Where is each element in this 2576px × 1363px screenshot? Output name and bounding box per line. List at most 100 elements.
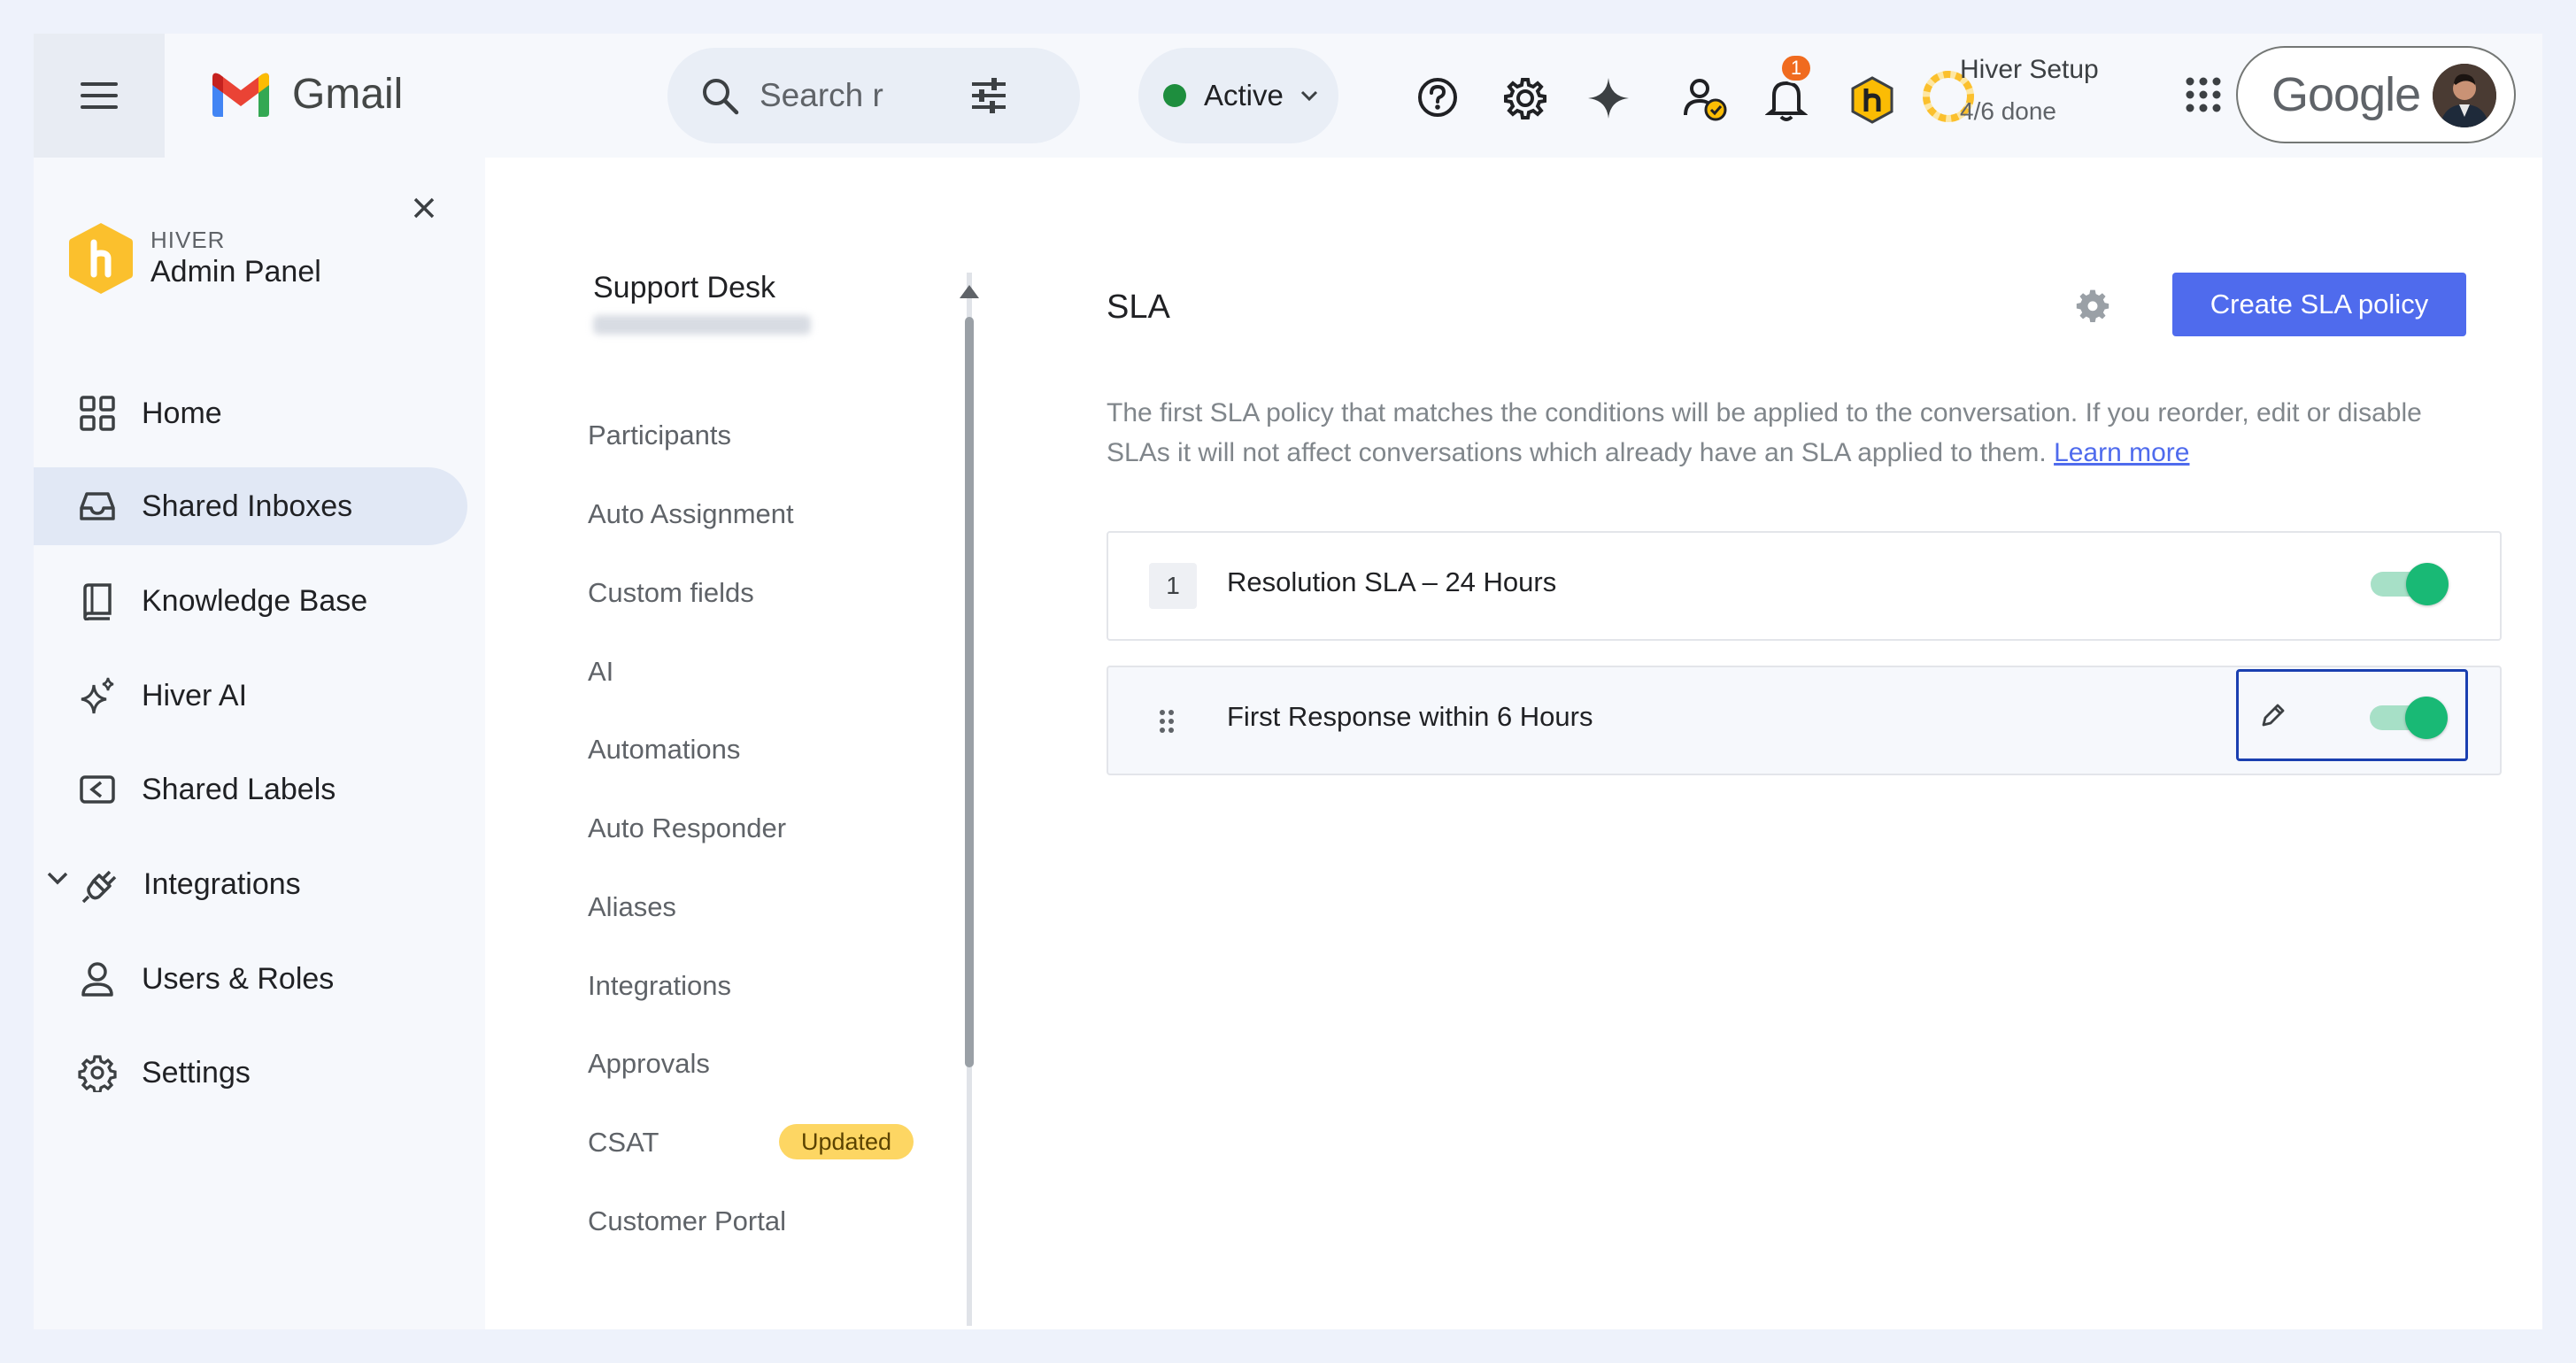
gmail-logo[interactable]: Gmail bbox=[209, 69, 403, 119]
setup-progress: 4/6 done bbox=[1960, 97, 2056, 125]
avatar[interactable] bbox=[2433, 64, 2496, 127]
gmail-m-icon bbox=[212, 73, 269, 117]
policy-enabled-toggle[interactable] bbox=[2371, 563, 2449, 605]
search-input[interactable]: Search r bbox=[760, 77, 883, 114]
edit-pencil-icon[interactable] bbox=[2258, 702, 2287, 730]
help-icon bbox=[1418, 78, 1457, 117]
menu-item-custom-fields[interactable]: Custom fields bbox=[588, 577, 754, 609]
sidebar-item-label: Shared Labels bbox=[142, 772, 336, 806]
plug-icon bbox=[81, 870, 117, 904]
status-label: Active bbox=[1204, 79, 1284, 112]
page-title: SLA bbox=[1107, 289, 1170, 326]
policy-enabled-toggle[interactable] bbox=[2370, 697, 2448, 739]
hiver-extension-button[interactable] bbox=[1850, 76, 1894, 124]
sidebar-item-integrations[interactable]: Integrations bbox=[34, 845, 467, 923]
sidebar-item-shared-labels[interactable]: Shared Labels bbox=[34, 751, 467, 828]
sidebar-item-label: Hiver AI bbox=[142, 678, 248, 712]
menu-item-participants[interactable]: Participants bbox=[588, 420, 731, 451]
sla-description: The first SLA policy that matches the co… bbox=[1107, 393, 2487, 473]
inbox-settings-menu: Support Desk Participants Auto Assignmen… bbox=[485, 158, 1025, 1329]
menu-item-auto-assignment[interactable]: Auto Assignment bbox=[588, 498, 794, 530]
status-dropdown[interactable]: Active bbox=[1138, 48, 1338, 143]
contacts-status-button[interactable] bbox=[1682, 76, 1728, 122]
gear-icon bbox=[2076, 289, 2109, 322]
close-panel-button[interactable] bbox=[413, 196, 436, 224]
panel-title: Admin Panel bbox=[150, 255, 321, 289]
label-icon bbox=[80, 775, 115, 804]
notifications-button[interactable] bbox=[1765, 76, 1808, 122]
chevron-down-icon[interactable] bbox=[46, 870, 69, 886]
menu-item-ai[interactable]: AI bbox=[588, 656, 613, 688]
search-icon bbox=[703, 79, 739, 115]
sidebar-item-label: Integrations bbox=[143, 866, 301, 901]
menu-item-customer-portal[interactable]: Customer Portal bbox=[588, 1205, 786, 1237]
setup-title: Hiver Setup bbox=[1960, 55, 2099, 84]
sidebar-item-users-roles[interactable]: Users & Roles bbox=[34, 940, 467, 1018]
sidebar-item-hiver-ai[interactable]: Hiver AI bbox=[34, 657, 467, 735]
hiver-shield-icon bbox=[1851, 76, 1893, 124]
sparkle-icon bbox=[1588, 78, 1629, 119]
menu-item-integrations[interactable]: Integrations bbox=[588, 970, 731, 1002]
sidebar-item-shared-inboxes[interactable]: Shared Inboxes bbox=[34, 467, 467, 545]
app-frame: Gmail Search r Active 1 Hiver Setup 4/6 … bbox=[34, 34, 2542, 1329]
sidebar-item-settings[interactable]: Settings bbox=[34, 1034, 467, 1112]
menu-item-auto-responder[interactable]: Auto Responder bbox=[588, 812, 786, 844]
inbox-email-redacted bbox=[593, 315, 811, 335]
learn-more-link[interactable]: Learn more bbox=[2054, 438, 2189, 467]
menu-scrollbar-thumb[interactable] bbox=[965, 317, 974, 1067]
grid-icon bbox=[80, 396, 115, 431]
menu-item-aliases[interactable]: Aliases bbox=[588, 891, 676, 923]
inbox-title: Support Desk bbox=[593, 271, 775, 304]
policy-actions-focus bbox=[2236, 669, 2468, 761]
hiver-setup-status[interactable]: Hiver Setup 4/6 done bbox=[1960, 55, 2099, 126]
close-icon bbox=[413, 197, 435, 219]
hamburger-icon bbox=[81, 94, 118, 97]
hiver-hex-icon bbox=[69, 223, 133, 294]
sla-settings-panel: SLA Create SLA policy The first SLA poli… bbox=[1025, 158, 2542, 1329]
apps-grid-icon bbox=[2186, 77, 2221, 112]
status-dot bbox=[1163, 84, 1186, 107]
sidebar-item-home[interactable]: Home bbox=[34, 374, 467, 452]
chevron-down-icon bbox=[1300, 90, 1317, 102]
sidebar-item-label: Shared Inboxes bbox=[142, 489, 353, 523]
sidebar-item-label: Settings bbox=[142, 1055, 251, 1090]
drag-handle-icon[interactable] bbox=[1158, 708, 1176, 735]
gear-icon bbox=[1504, 78, 1546, 119]
mail-search-box[interactable]: Search r bbox=[667, 48, 1080, 143]
user-icon bbox=[81, 962, 113, 997]
sla-settings-button[interactable] bbox=[2075, 287, 2110, 327]
policy-order-number: 1 bbox=[1149, 563, 1197, 609]
gear-icon bbox=[78, 1055, 117, 1092]
menu-item-automations[interactable]: Automations bbox=[588, 734, 740, 766]
create-sla-policy-button[interactable]: Create SLA policy bbox=[2172, 273, 2466, 336]
google-apps-button[interactable] bbox=[2185, 76, 2222, 113]
inbox-icon bbox=[80, 492, 115, 520]
main-menu-button[interactable] bbox=[34, 34, 165, 158]
search-filters-icon[interactable] bbox=[968, 75, 1009, 116]
sidebar-item-label: Home bbox=[142, 396, 222, 430]
menu-item-approvals[interactable]: Approvals bbox=[588, 1048, 710, 1080]
sla-policy-row[interactable]: First Response within 6 Hours bbox=[1107, 666, 2502, 775]
sla-policy-row[interactable]: 1 Resolution SLA – 24 Hours bbox=[1107, 531, 2502, 641]
sidebar-item-knowledge-base[interactable]: Knowledge Base bbox=[34, 562, 467, 640]
policy-name[interactable]: First Response within 6 Hours bbox=[1227, 701, 1593, 733]
sidebar-item-label: Knowledge Base bbox=[142, 583, 368, 618]
policy-name[interactable]: Resolution SLA – 24 Hours bbox=[1227, 566, 1556, 598]
user-check-icon bbox=[1684, 79, 1727, 121]
gmail-wordmark: Gmail bbox=[292, 70, 404, 118]
scroll-up-arrow-icon[interactable] bbox=[960, 285, 979, 298]
book-icon bbox=[83, 583, 112, 620]
gemini-button[interactable] bbox=[1586, 76, 1631, 120]
sla-description-text: The first SLA policy that matches the co… bbox=[1107, 398, 2422, 467]
admin-sidebar: HIVER Admin Panel Home Shared Inboxes Kn… bbox=[34, 158, 485, 1329]
sparkle-icon bbox=[81, 677, 114, 714]
sidebar-item-label: Users & Roles bbox=[142, 961, 335, 996]
toggle-knob bbox=[2405, 697, 2448, 739]
google-wordmark: Google bbox=[2271, 68, 2421, 121]
brand-name: HIVER bbox=[150, 227, 226, 253]
help-button[interactable] bbox=[1416, 76, 1459, 119]
settings-button[interactable] bbox=[1503, 76, 1547, 120]
menu-item-csat[interactable]: CSAT bbox=[588, 1127, 659, 1159]
google-account-button[interactable]: Google bbox=[2236, 46, 2516, 143]
updated-badge: Updated bbox=[779, 1124, 914, 1159]
